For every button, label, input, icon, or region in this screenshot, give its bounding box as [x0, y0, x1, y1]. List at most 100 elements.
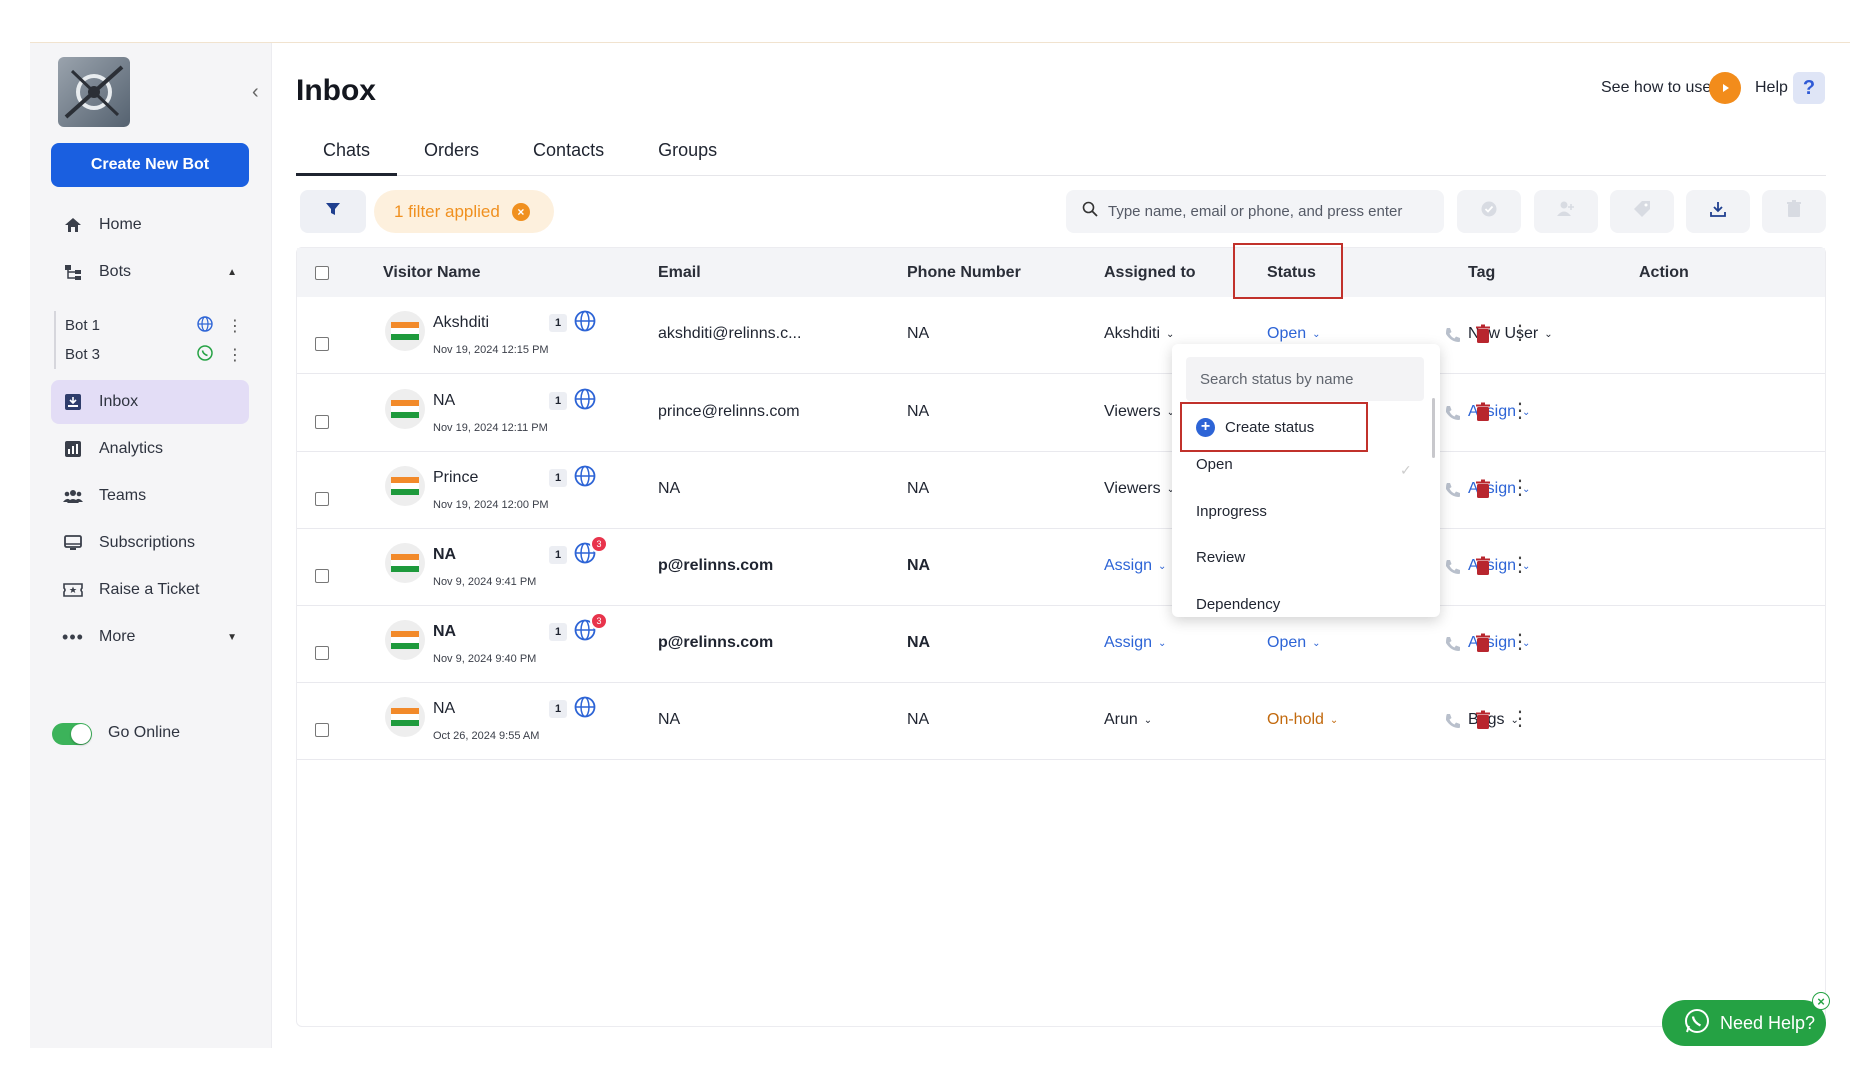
close-need-help-icon[interactable]: ×: [1812, 992, 1830, 1010]
search-input[interactable]: [1108, 203, 1428, 220]
status-option[interactable]: Dependency: [1196, 596, 1280, 613]
bot-logo[interactable]: [58, 57, 130, 127]
message-count-badge: 1: [549, 546, 567, 564]
status-dropdown[interactable]: Open ⌄: [1267, 634, 1321, 652]
nav-inbox[interactable]: Inbox: [51, 380, 249, 424]
status-value: Open: [1267, 634, 1307, 651]
phone-icon[interactable]: [1444, 326, 1462, 349]
table-row[interactable]: NA Oct 26, 2024 9:55 AM 1 NA NA Arun ⌄ On…: [297, 683, 1825, 760]
table-row[interactable]: NA Nov 9, 2024 9:40 PM 1 3 p@relinns.com…: [297, 606, 1825, 683]
caret-up-icon[interactable]: ▲: [227, 267, 237, 278]
row-checkbox[interactable]: [315, 569, 329, 583]
col-visitor-name: Visitor Name: [383, 264, 481, 281]
help-label[interactable]: Help: [1755, 79, 1788, 97]
assigned-dropdown[interactable]: Assign ⌄: [1104, 634, 1166, 652]
india-flag-icon: [385, 543, 425, 583]
create-status-button[interactable]: + Create status: [1180, 402, 1368, 452]
phone-icon[interactable]: [1444, 404, 1462, 427]
select-all-checkbox[interactable]: [315, 266, 329, 280]
tab-contacts[interactable]: Contacts: [506, 128, 631, 176]
visitor-date: Nov 19, 2024 12:15 PM: [433, 344, 549, 356]
status-option[interactable]: Open: [1196, 456, 1233, 473]
status-dropdown[interactable]: On-hold ⌄: [1267, 711, 1338, 729]
row-checkbox[interactable]: [315, 492, 329, 506]
status-dropdown[interactable]: Open ⌄: [1267, 325, 1321, 343]
nav-bots-label: Bots: [99, 263, 132, 280]
more-options-icon[interactable]: ⋮: [1510, 709, 1530, 729]
nav-bots[interactable]: Bots ▲: [51, 250, 249, 294]
clear-filter-icon[interactable]: ×: [511, 202, 530, 221]
play-icon[interactable]: [1709, 72, 1741, 104]
assigned-dropdown[interactable]: Viewers ⌄: [1104, 403, 1175, 421]
assigned-dropdown[interactable]: Assign ⌄: [1104, 557, 1166, 575]
delete-icon[interactable]: [1475, 556, 1491, 581]
delete-icon[interactable]: [1475, 479, 1491, 504]
create-new-bot-button[interactable]: Create New Bot: [51, 143, 249, 187]
nav-more[interactable]: ••• More ▼: [51, 615, 249, 659]
assigned-dropdown[interactable]: Viewers ⌄: [1104, 480, 1175, 498]
tag-button[interactable]: [1610, 190, 1674, 233]
more-options-icon[interactable]: ⋮: [1510, 478, 1530, 498]
online-toggle[interactable]: [52, 723, 92, 745]
phone-icon[interactable]: [1444, 635, 1462, 658]
row-checkbox[interactable]: [315, 646, 329, 660]
help-question-icon[interactable]: ?: [1793, 72, 1825, 104]
caret-down-icon[interactable]: ▼: [227, 632, 237, 643]
status-search-input[interactable]: Search status by name: [1186, 357, 1424, 401]
visitor-phone: NA: [907, 403, 930, 420]
table-row[interactable]: NA Nov 19, 2024 12:11 PM 1 prince@relinn…: [297, 375, 1825, 452]
bot-options-icon[interactable]: ⋮: [227, 345, 243, 365]
trash-icon: [1786, 200, 1802, 223]
delete-icon[interactable]: [1475, 402, 1491, 427]
filter-applied-chip[interactable]: 1 filter applied ×: [374, 190, 554, 233]
more-options-icon[interactable]: ⋮: [1510, 401, 1530, 421]
assign-user-button[interactable]: [1534, 190, 1598, 233]
chevron-down-icon: ⌄: [1143, 714, 1153, 726]
phone-icon[interactable]: [1444, 558, 1462, 581]
nav-teams[interactable]: Teams: [51, 474, 249, 518]
nav-subscriptions[interactable]: Subscriptions: [51, 521, 249, 565]
delete-icon[interactable]: [1475, 324, 1491, 349]
bot-item[interactable]: Bot 1 ⋮: [56, 311, 244, 340]
status-option[interactable]: Review: [1196, 549, 1245, 566]
download-button[interactable]: [1686, 190, 1750, 233]
assigned-dropdown[interactable]: Akshditi ⌄: [1104, 325, 1174, 343]
tab-groups[interactable]: Groups: [631, 128, 744, 176]
need-help-button[interactable]: Need Help?: [1662, 1000, 1826, 1046]
bulk-delete-button[interactable]: [1762, 190, 1826, 233]
bot-options-icon[interactable]: ⋮: [227, 316, 243, 336]
collapse-sidebar-icon[interactable]: ‹: [252, 81, 259, 104]
more-options-icon[interactable]: ⋮: [1510, 323, 1530, 343]
table-row[interactable]: NA Nov 9, 2024 9:41 PM 1 3 p@relinns.com…: [297, 529, 1825, 606]
mark-resolved-button[interactable]: [1457, 190, 1521, 233]
assign-user-icon: [1556, 200, 1576, 223]
globe-icon: [574, 310, 596, 337]
tab-chats[interactable]: Chats: [296, 128, 398, 176]
tag-icon: [1633, 200, 1651, 223]
more-options-icon[interactable]: ⋮: [1510, 555, 1530, 575]
delete-icon[interactable]: [1475, 633, 1491, 658]
delete-icon[interactable]: [1475, 710, 1491, 735]
table-row[interactable]: Akshditi Nov 19, 2024 12:15 PM 1 akshdit…: [297, 297, 1825, 374]
phone-icon[interactable]: [1444, 481, 1462, 504]
nav-raise-ticket[interactable]: Raise a Ticket: [51, 568, 249, 612]
see-how-link[interactable]: See how to use: [1601, 79, 1711, 97]
nav-analytics[interactable]: Analytics: [51, 427, 249, 471]
row-checkbox[interactable]: [315, 337, 329, 351]
more-options-icon[interactable]: ⋮: [1510, 632, 1530, 652]
search-box[interactable]: [1066, 190, 1444, 233]
nav-home[interactable]: Home: [51, 203, 249, 247]
bot-item[interactable]: Bot 3 ⋮: [56, 340, 244, 369]
phone-icon[interactable]: [1444, 712, 1462, 735]
table-header: Visitor Name Email Phone Number Assigned…: [297, 243, 1825, 299]
nav-subscriptions-label: Subscriptions: [99, 534, 196, 551]
tab-orders[interactable]: Orders: [397, 128, 506, 176]
status-option[interactable]: Inprogress: [1196, 503, 1267, 520]
assigned-dropdown[interactable]: Arun ⌄: [1104, 711, 1152, 729]
table-row[interactable]: Prince Nov 19, 2024 12:00 PM 1 NA NA Vie…: [297, 452, 1825, 529]
row-checkbox[interactable]: [315, 415, 329, 429]
filter-button[interactable]: [300, 190, 366, 233]
dropdown-scrollbar[interactable]: [1432, 398, 1435, 458]
chevron-down-icon: ⌄: [1329, 714, 1339, 726]
row-checkbox[interactable]: [315, 723, 329, 737]
